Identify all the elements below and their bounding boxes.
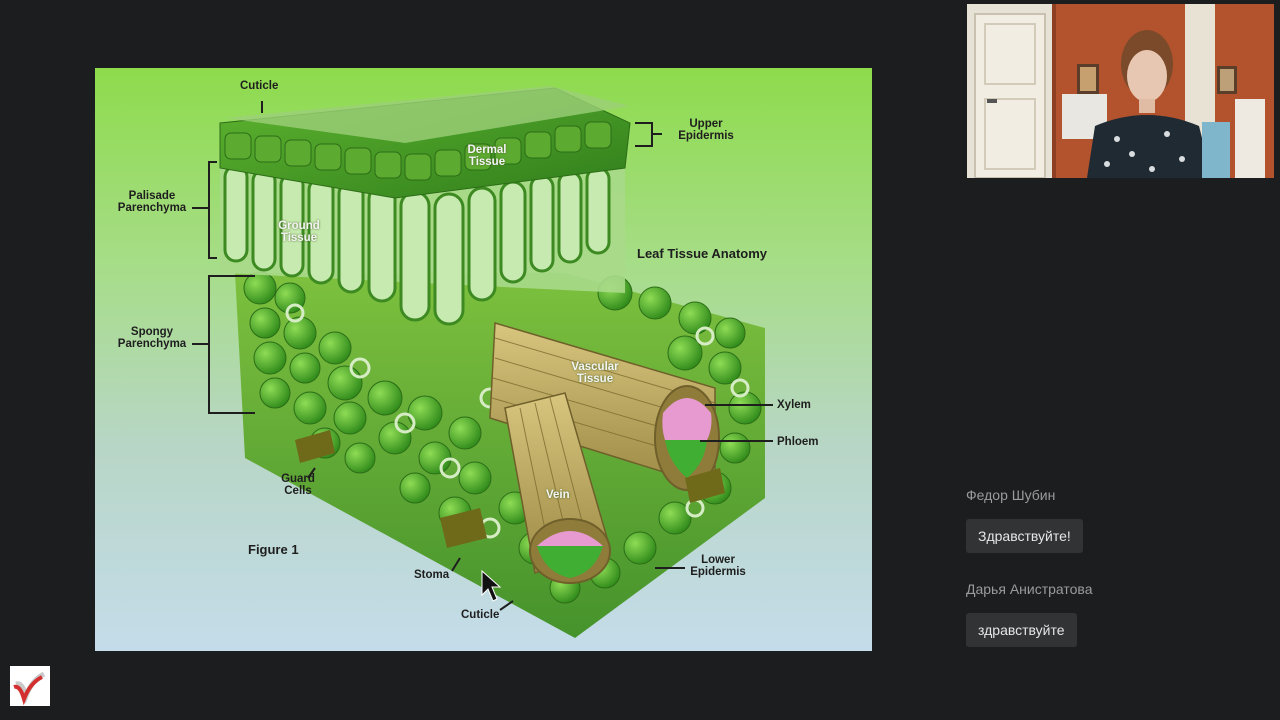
label-stoma: Stoma: [414, 569, 450, 581]
figure-caption: Figure 1: [248, 542, 299, 557]
chat-author-1: Федор Шубин: [966, 487, 1056, 503]
label-cuticle-bottom: Cuticle: [461, 609, 500, 621]
video-frame: [967, 4, 1274, 178]
label-lower-epidermis: Lower Epidermis: [690, 554, 746, 578]
label-ground-tissue: Ground Tissue: [278, 220, 320, 244]
shared-slide: Cuticle Upper Epidermis Dermal Tissue Pa…: [95, 68, 872, 651]
label-spongy-parenchyma: Spongy Parenchyma: [117, 326, 187, 350]
label-upper-epidermis: Upper Epidermis: [678, 118, 734, 142]
slide-title: Leaf Tissue Anatomy: [637, 246, 768, 261]
participant-video[interactable]: [967, 4, 1274, 178]
label-cuticle-top: Cuticle: [240, 80, 279, 92]
chat-author-2: Дарья Анистратова: [966, 581, 1093, 597]
label-phloem: Phloem: [777, 436, 819, 448]
label-xylem: Xylem: [777, 399, 811, 411]
chat-message-1: Здравствуйте!: [966, 519, 1083, 553]
label-dermal-tissue: Dermal Tissue: [467, 144, 507, 168]
label-guard-cells: Guard Cells: [281, 473, 315, 497]
logo-mark: [13, 671, 46, 706]
label-vascular-tissue: Vascular Tissue: [571, 361, 619, 385]
label-vein: Vein: [546, 489, 570, 501]
app-logo-icon[interactable]: [10, 666, 50, 706]
chat-message-2: здравствуйте: [966, 613, 1077, 647]
label-palisade-parenchyma: Palisade Parenchyma: [117, 190, 187, 214]
